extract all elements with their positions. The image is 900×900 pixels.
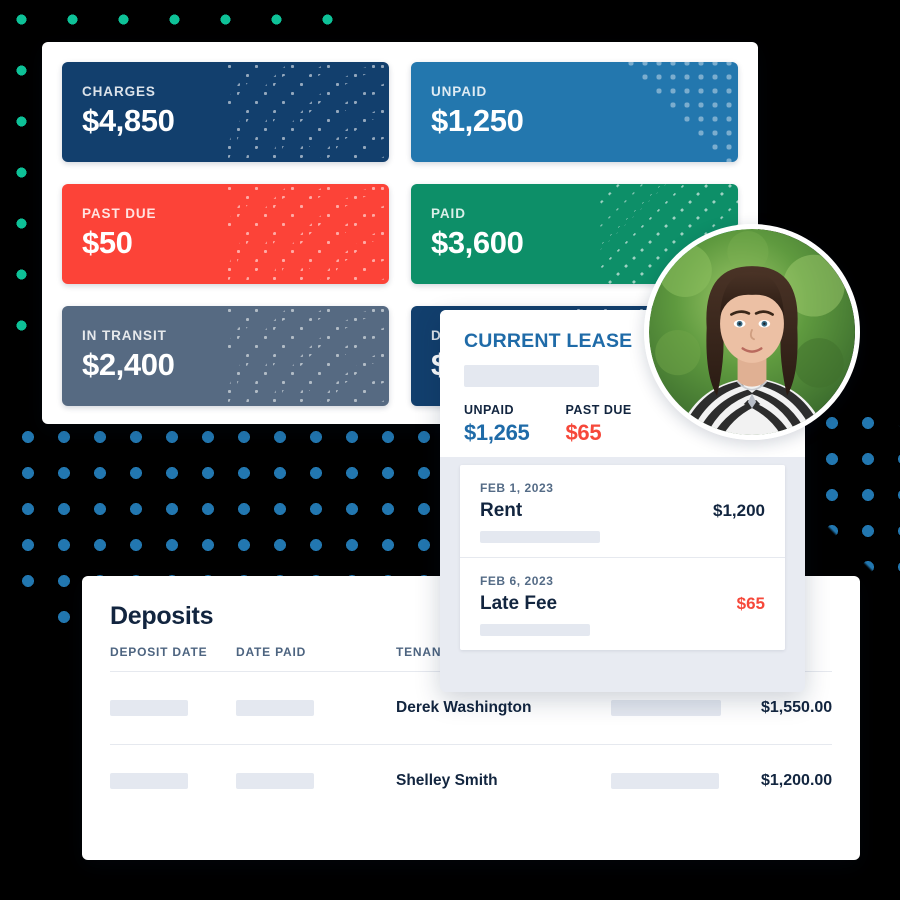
- cell-amount: $1,200.00: [761, 745, 832, 818]
- avatar: [644, 224, 860, 440]
- redacted-bar: [480, 531, 600, 543]
- lease-stat-label-past-due: PAST DUE: [565, 403, 632, 417]
- transaction-row: Rent $1,200: [480, 500, 765, 522]
- stat-card-in-transit[interactable]: IN TRANSIT $2,400: [62, 306, 389, 406]
- arc-dot-decoration: [225, 62, 389, 162]
- transaction-row: Late Fee $65: [480, 593, 765, 615]
- deposit-amount: $1,200.00: [761, 772, 833, 789]
- grid-dot-decoration: [568, 62, 738, 162]
- column-header-date-paid[interactable]: DATE PAID: [236, 645, 396, 672]
- redacted-bar: [236, 700, 314, 716]
- redacted-bar: [611, 773, 719, 789]
- lease-stat-label-unpaid: UNPAID: [464, 403, 514, 417]
- table-row[interactable]: Shelley Smith $1,200.00: [110, 745, 832, 818]
- redacted-bar: [480, 624, 590, 636]
- redacted-bar: [110, 773, 188, 789]
- tenant-name: Derek Washington: [396, 699, 532, 716]
- lease-stat-value-past-due: $65: [565, 420, 602, 445]
- cell-tenant: Shelley Smith: [396, 745, 611, 818]
- lease-stat-past-due: PAST DUE $65: [566, 403, 632, 446]
- cell-deposit-date: [110, 671, 236, 745]
- redacted-bar: [611, 700, 721, 716]
- transaction-date: FEB 6, 2023: [480, 574, 554, 588]
- stat-card-charges[interactable]: CHARGES $4,850: [62, 62, 389, 162]
- stat-card-unpaid[interactable]: UNPAID $1,250: [411, 62, 738, 162]
- cell-date-paid: [236, 671, 396, 745]
- deposit-amount: $1,550.00: [761, 699, 833, 716]
- cell-status: [611, 745, 761, 818]
- column-header-deposit-date[interactable]: DEPOSIT DATE: [110, 645, 236, 672]
- cell-date-paid: [236, 745, 396, 818]
- redacted-bar: [464, 365, 599, 387]
- redacted-bar: [110, 700, 188, 716]
- tenant-name: Shelley Smith: [396, 772, 498, 789]
- lease-stat-unpaid: UNPAID $1,265: [464, 403, 530, 446]
- list-item[interactable]: FEB 6, 2023 Late Fee $65: [460, 558, 785, 650]
- dashboard-illustration: CHARGES $4,850 UNPAID $1,250 PAST DUE $5…: [0, 0, 900, 900]
- lease-transaction-list: FEB 1, 2023 Rent $1,200 FEB 6, 2023 Late…: [460, 465, 785, 650]
- arc-dot-decoration: [225, 184, 389, 284]
- lease-stat-value-unpaid: $1,265: [464, 420, 530, 445]
- transaction-name: Late Fee: [480, 593, 558, 614]
- transaction-amount: $1,200: [713, 501, 765, 520]
- list-item[interactable]: FEB 1, 2023 Rent $1,200: [460, 465, 785, 558]
- avatar-portrait-image: [649, 229, 855, 435]
- transaction-date: FEB 1, 2023: [480, 481, 554, 495]
- redacted-bar: [236, 773, 314, 789]
- arc-dot-decoration: [225, 306, 389, 406]
- transaction-amount: $65: [736, 594, 765, 613]
- stat-card-past-due[interactable]: PAST DUE $50: [62, 184, 389, 284]
- transaction-name: Rent: [480, 500, 523, 521]
- cell-deposit-date: [110, 745, 236, 818]
